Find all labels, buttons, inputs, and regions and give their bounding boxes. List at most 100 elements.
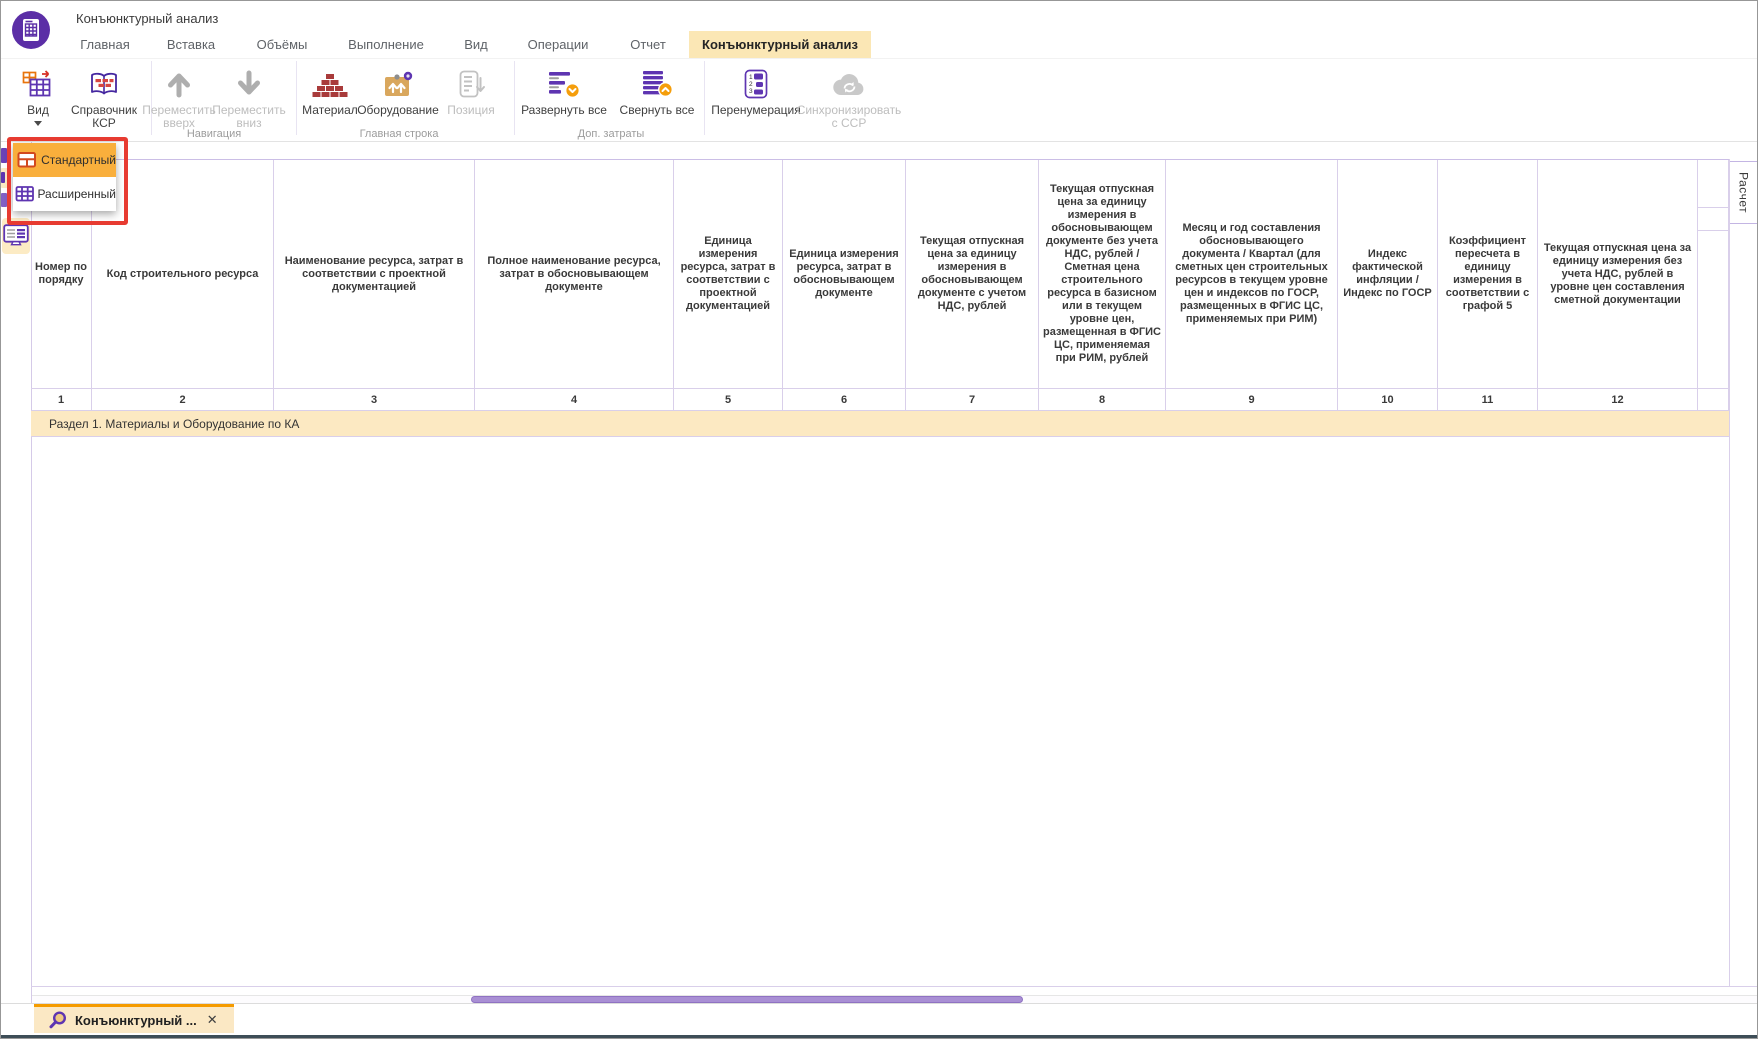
ksr-reference-label: Справочник КСР [64, 104, 144, 130]
document-tab[interactable]: Конъюнктурный ... ✕ [34, 1004, 234, 1033]
extended-grid-icon [13, 185, 37, 203]
cloud-sync-icon [794, 63, 904, 101]
menu-item-extended[interactable]: Расширенный [13, 177, 116, 211]
svg-text:1: 1 [749, 74, 753, 81]
tab-vid[interactable]: Вид [459, 31, 493, 58]
table-header-row: Номер по порядку Код строительного ресур… [31, 159, 1729, 389]
position-label: Позиция [439, 104, 503, 117]
arrow-down-icon [209, 63, 289, 101]
column-number [1698, 389, 1729, 410]
sync-ssr-label: Синхронизировать с ССР [794, 104, 904, 130]
column-number: 2 [92, 389, 274, 410]
ksr-reference-button[interactable]: Справочник КСР [64, 63, 144, 130]
close-icon[interactable]: ✕ [207, 1012, 218, 1028]
column-number: 3 [274, 389, 475, 410]
grid-line [1698, 207, 1729, 208]
header-cell-11[interactable]: Коэффициент пересчета в единицу измерени… [1438, 160, 1538, 388]
equipment-label: Оборудование [353, 104, 443, 117]
raschet-panel-label: Расчет [1737, 172, 1751, 213]
search-icon [48, 1011, 67, 1030]
group-caption-navigation: Навигация [154, 128, 274, 140]
header-cell-8[interactable]: Текущая отпускная цена за единицу измере… [1039, 160, 1166, 388]
renumber-label: Перенумерация [704, 104, 808, 117]
header-cell-9[interactable]: Месяц и год составления обосновывающего … [1166, 160, 1338, 388]
monitor-table-icon [3, 224, 29, 248]
window-title: Конъюнктурный анализ [76, 11, 218, 26]
toolbar-divider [1, 141, 1758, 142]
column-number: 6 [783, 389, 906, 410]
column-number: 12 [1538, 389, 1698, 410]
sidebar-icon-partial [1, 172, 5, 183]
section-row[interactable]: Раздел 1. Материалы и Оборудование по КА [31, 411, 1729, 437]
svg-text:3: 3 [749, 88, 753, 95]
column-number: 4 [475, 389, 674, 410]
crate-icon [353, 63, 443, 101]
expand-all-button[interactable]: Развернуть все [518, 63, 610, 117]
move-down-button[interactable]: Переместить вниз [209, 63, 289, 130]
column-number: 1 [31, 389, 92, 410]
menu-item-label: Стандартный [41, 153, 116, 167]
document-tab-label: Конъюнктурный ... [75, 1013, 197, 1028]
position-button[interactable]: Позиция [439, 63, 503, 117]
book-icon [64, 63, 144, 101]
header-cell-7[interactable]: Текущая отпускная цена за единицу измере… [906, 160, 1039, 388]
tab-vypolnenie[interactable]: Выполнение [343, 31, 429, 58]
sidebar-icon-table-view[interactable] [2, 218, 30, 254]
arrow-up-icon [139, 63, 219, 101]
document-lines-icon [439, 63, 503, 101]
toolbar-separator [514, 61, 515, 135]
tab-glavnaya[interactable]: Главная [77, 31, 133, 58]
collapse-all-label: Свернуть все [614, 104, 700, 117]
expand-all-icon [518, 63, 610, 101]
horizontal-scrollbar-thumb[interactable] [471, 996, 1023, 1003]
tab-vstavka[interactable]: Вставка [161, 31, 221, 58]
column-number: 10 [1338, 389, 1438, 410]
column-number: 11 [1438, 389, 1538, 410]
header-cell-12[interactable]: Текущая отпускная цена за единицу измере… [1538, 160, 1698, 388]
group-caption-extra-costs: Доп. затраты [546, 128, 676, 140]
move-up-button[interactable]: Переместить вверх [139, 63, 219, 130]
header-cell-3[interactable]: Наименование ресурса, затрат в соответст… [274, 160, 475, 388]
chevron-down-icon [34, 121, 42, 126]
expand-all-label: Развернуть все [518, 104, 610, 117]
svg-text:2: 2 [749, 81, 753, 88]
header-cell-6[interactable]: Единица измерения ресурса, затрат в обос… [783, 160, 906, 388]
bottom-tab-bar [1, 1003, 1758, 1035]
equipment-button[interactable]: Оборудование [353, 63, 443, 117]
tab-obyomy[interactable]: Объёмы [251, 31, 313, 58]
collapse-all-button[interactable]: Свернуть все [614, 63, 700, 117]
ribbon-divider [1, 58, 1758, 59]
sidebar-icon-partial[interactable] [1, 193, 7, 207]
tab-operacii[interactable]: Операции [521, 31, 595, 58]
column-number: 8 [1039, 389, 1166, 410]
view-mode-menu: Стандартный Расширенный [13, 143, 116, 211]
toolbar-separator [296, 61, 297, 135]
menu-item-standard[interactable]: Стандартный [13, 143, 116, 177]
renumber-button[interactable]: 123 Перенумерация [704, 63, 808, 117]
view-mode-button[interactable]: Вид [14, 63, 62, 126]
collapse-all-icon [614, 63, 700, 101]
app-logo-icon [11, 10, 51, 50]
sidebar-icon-partial[interactable] [1, 148, 7, 163]
column-number: 9 [1166, 389, 1338, 410]
table-bottom-line [31, 986, 1757, 987]
column-number: 7 [906, 389, 1039, 410]
header-cell-2[interactable]: Код строительного ресурса [92, 160, 274, 388]
numbered-list-icon: 123 [704, 63, 808, 101]
view-grid-icon [14, 63, 62, 101]
group-caption-main-row: Главная строка [331, 128, 467, 140]
column-number: 5 [674, 389, 783, 410]
tab-konyunkturnyj-analiz[interactable]: Конъюнктурный анализ [689, 31, 871, 58]
app-window: Конъюнктурный анализ Главная Вставка Объ… [0, 0, 1758, 1039]
header-cell-4[interactable]: Полное наименование ресурса, затрат в об… [475, 160, 674, 388]
grid-line [1698, 230, 1729, 231]
section-title: Раздел 1. Материалы и Оборудование по КА [49, 417, 299, 431]
tab-otchet[interactable]: Отчет [623, 31, 673, 58]
header-cell-5[interactable]: Единица измерения ресурса, затрат в соот… [674, 160, 783, 388]
header-cell-10[interactable]: Индекс фактической инфляции / Индекс по … [1338, 160, 1438, 388]
panel-divider [1729, 159, 1730, 986]
sync-ssr-button[interactable]: Синхронизировать с ССР [794, 63, 904, 130]
menu-item-label: Расширенный [37, 187, 116, 201]
header-cell-13[interactable] [1698, 160, 1729, 388]
raschet-panel-tab[interactable]: Расчет [1730, 161, 1757, 224]
